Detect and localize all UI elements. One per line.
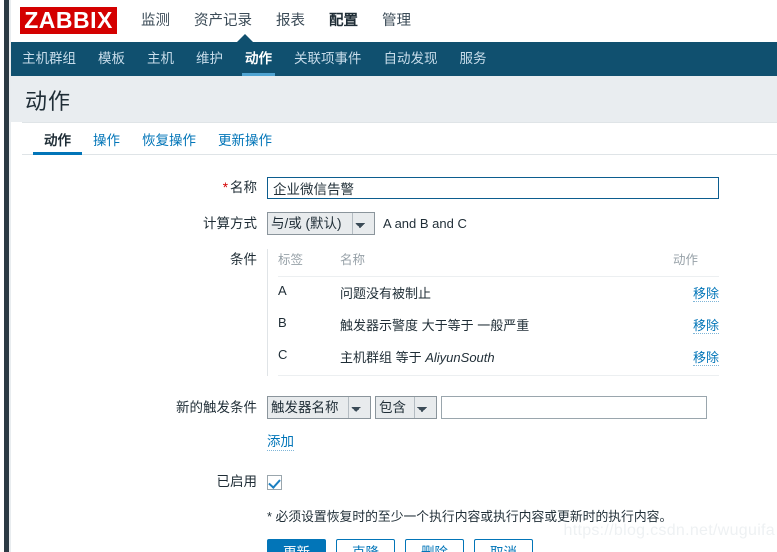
condition-remove-c-cell: 移除 [673, 341, 719, 373]
conditions-field-wrap: 标签 名称 动作 A 问题没有被制止 移除 B 触发器示警度 大于等于 一般严重… [267, 249, 777, 376]
zabbix-logo[interactable]: ZABBIX [20, 7, 117, 34]
main-nav-item-configuration[interactable]: 配置 [317, 0, 370, 42]
calculation-label: 计算方式 [203, 216, 257, 231]
cancel-button[interactable]: 取消 [474, 539, 533, 552]
conditions-header-row: 标签 名称 动作 [278, 249, 719, 277]
form-tab-strip: 动作 操作 恢复操作 更新操作 [22, 123, 777, 155]
conditions-table-head: 标签 名称 动作 [278, 249, 719, 277]
conditions-table-body: A 问题没有被制止 移除 B 触发器示警度 大于等于 一般严重 移除 C 主机群… [278, 277, 719, 374]
zabbix-action-config-page: ZABBIX 监测 资产记录 报表 配置 管理 主机群组 模板 主机 维护 动作… [0, 0, 777, 552]
calculation-expression: A and B and C [383, 216, 467, 231]
enabled-label: 已启用 [216, 474, 258, 489]
col-header-name: 名称 [340, 249, 673, 277]
calculation-field-wrap: 与/或 (默认) A and B and C [267, 212, 777, 235]
table-row: A 问题没有被制止 移除 [278, 277, 719, 310]
col-header-action: 动作 [673, 249, 719, 277]
sub-nav-item-actions[interactable]: 动作 [234, 42, 283, 76]
page-title: 动作 [25, 89, 72, 114]
enabled-checkbox[interactable] [267, 475, 282, 491]
form-row-conditions: 条件 标签 名称 动作 A 问题没有被制止 移除 B 触发器示警度 大于等于 一… [22, 249, 777, 376]
sub-nav-item-host-groups[interactable]: 主机群组 [11, 42, 87, 76]
page-title-band: 动作 [11, 76, 777, 122]
table-row: B 触发器示警度 大于等于 一般严重 移除 [278, 309, 719, 341]
sub-navigation-items: 主机群组 模板 主机 维护 动作 关联项事件 自动发现 服务 [11, 42, 498, 76]
col-header-label: 标签 [278, 249, 340, 277]
name-input[interactable] [267, 177, 719, 199]
new-condition-label: 新的触发条件 [176, 400, 257, 415]
calculation-select[interactable]: 与/或 (默认) [267, 212, 375, 235]
clone-button[interactable]: 克隆 [336, 539, 395, 552]
new-condition-type-wrap: 触发器名称 [267, 396, 371, 419]
condition-name-a-text: 问题没有被制止 [340, 286, 432, 301]
new-condition-operator-select[interactable]: 包含 [375, 396, 437, 419]
form-row-enabled: 已启用 [22, 474, 777, 492]
condition-name-c-italic: AliyunSouth [425, 350, 495, 365]
conditions-box: 标签 名称 动作 A 问题没有被制止 移除 B 触发器示警度 大于等于 一般严重… [267, 249, 719, 376]
name-label: * 名称 [22, 177, 267, 199]
remove-condition-c-link[interactable]: 移除 [692, 350, 719, 366]
tab-update-operations[interactable]: 更新操作 [207, 133, 283, 155]
sub-nav-item-hosts[interactable]: 主机 [136, 42, 185, 76]
new-condition-field-wrap: 触发器名称 包含 添加 [267, 396, 777, 451]
condition-label-a: A [278, 283, 287, 298]
tab-recovery-operations[interactable]: 恢复操作 [131, 133, 207, 155]
new-condition-operator-wrap: 包含 [375, 396, 437, 419]
calculation-select-wrap: 与/或 (默认) [267, 212, 375, 235]
condition-label-b: B [278, 315, 287, 330]
sub-nav-item-templates[interactable]: 模板 [87, 42, 136, 76]
tab-operations[interactable]: 操作 [82, 133, 131, 155]
new-condition-type-select[interactable]: 触发器名称 [267, 396, 371, 419]
main-nav-item-administration[interactable]: 管理 [370, 0, 423, 42]
delete-button[interactable]: 删除 [405, 539, 464, 552]
top-header-bar: ZABBIX 监测 资产记录 报表 配置 管理 [11, 0, 777, 42]
form-action-buttons: 更新 克隆 删除 取消 [267, 539, 777, 552]
footer-content: * 必须设置恢复时的至少一个执行内容或执行内容或更新时的执行内容。 更新 克隆 … [267, 508, 777, 552]
condition-name-c: 主机群组 等于 AliyunSouth [340, 341, 673, 373]
action-form: *名称 计算方式 与/或 (默认) A and B and C [22, 155, 777, 552]
table-row: C 主机群组 等于 AliyunSouth 移除 [278, 341, 719, 373]
required-marker-name: * [222, 180, 228, 195]
update-button[interactable]: 更新 [267, 539, 326, 552]
new-condition-controls: 触发器名称 包含 [267, 396, 777, 419]
form-row-footer: * 必须设置恢复时的至少一个执行内容或执行内容或更新时的执行内容。 更新 克隆 … [22, 508, 777, 552]
conditions-table: 标签 名称 动作 A 问题没有被制止 移除 B 触发器示警度 大于等于 一般严重… [278, 249, 719, 373]
condition-name-b: 触发器示警度 大于等于 一般严重 [340, 309, 673, 341]
main-nav-item-reports[interactable]: 报表 [264, 0, 317, 42]
required-note: * 必须设置恢复时的至少一个执行内容或执行内容或更新时的执行内容。 [267, 509, 673, 524]
conditions-table-footer-divider [278, 375, 719, 376]
condition-name-a: 问题没有被制止 [340, 277, 673, 310]
remove-condition-b-link[interactable]: 移除 [692, 318, 719, 334]
condition-name-b-text: 触发器示警度 大于等于 一般严重 [340, 318, 530, 333]
sub-nav-item-services[interactable]: 服务 [449, 42, 498, 76]
conditions-label: 条件 [230, 252, 257, 267]
sub-nav-item-maintenance[interactable]: 维护 [185, 42, 234, 76]
action-form-card: 动作 操作 恢复操作 更新操作 *名称 计算方式 与/或 (默认) [22, 122, 777, 552]
condition-remove-a-cell: 移除 [673, 277, 719, 310]
new-condition-value-input[interactable] [441, 396, 707, 419]
add-condition-link[interactable]: 添加 [267, 430, 294, 451]
form-row-name: * 名称 [22, 177, 777, 199]
main-nav-item-monitoring[interactable]: 监测 [129, 0, 182, 42]
name-label-text: 名称 [230, 180, 257, 195]
sub-navigation-bar: 主机群组 模板 主机 维护 动作 关联项事件 自动发现 服务 [11, 34, 777, 76]
remove-condition-a-link[interactable]: 移除 [692, 286, 719, 302]
name-field-wrap [267, 177, 777, 199]
main-navigation: 监测 资产记录 报表 配置 管理 [129, 0, 423, 42]
condition-label-c: C [278, 347, 288, 362]
tab-action[interactable]: 动作 [33, 133, 82, 155]
condition-remove-b-cell: 移除 [673, 309, 719, 341]
sub-nav-item-discovery[interactable]: 自动发现 [373, 42, 449, 76]
condition-name-c-text: 主机群组 等于 [340, 350, 426, 365]
form-row-calculation: 计算方式 与/或 (默认) A and B and C [22, 212, 777, 235]
enabled-field-wrap [267, 474, 777, 492]
form-row-new-condition: 新的触发条件 触发器名称 包含 添加 [22, 396, 777, 451]
sub-nav-item-correlation[interactable]: 关联项事件 [283, 42, 373, 76]
